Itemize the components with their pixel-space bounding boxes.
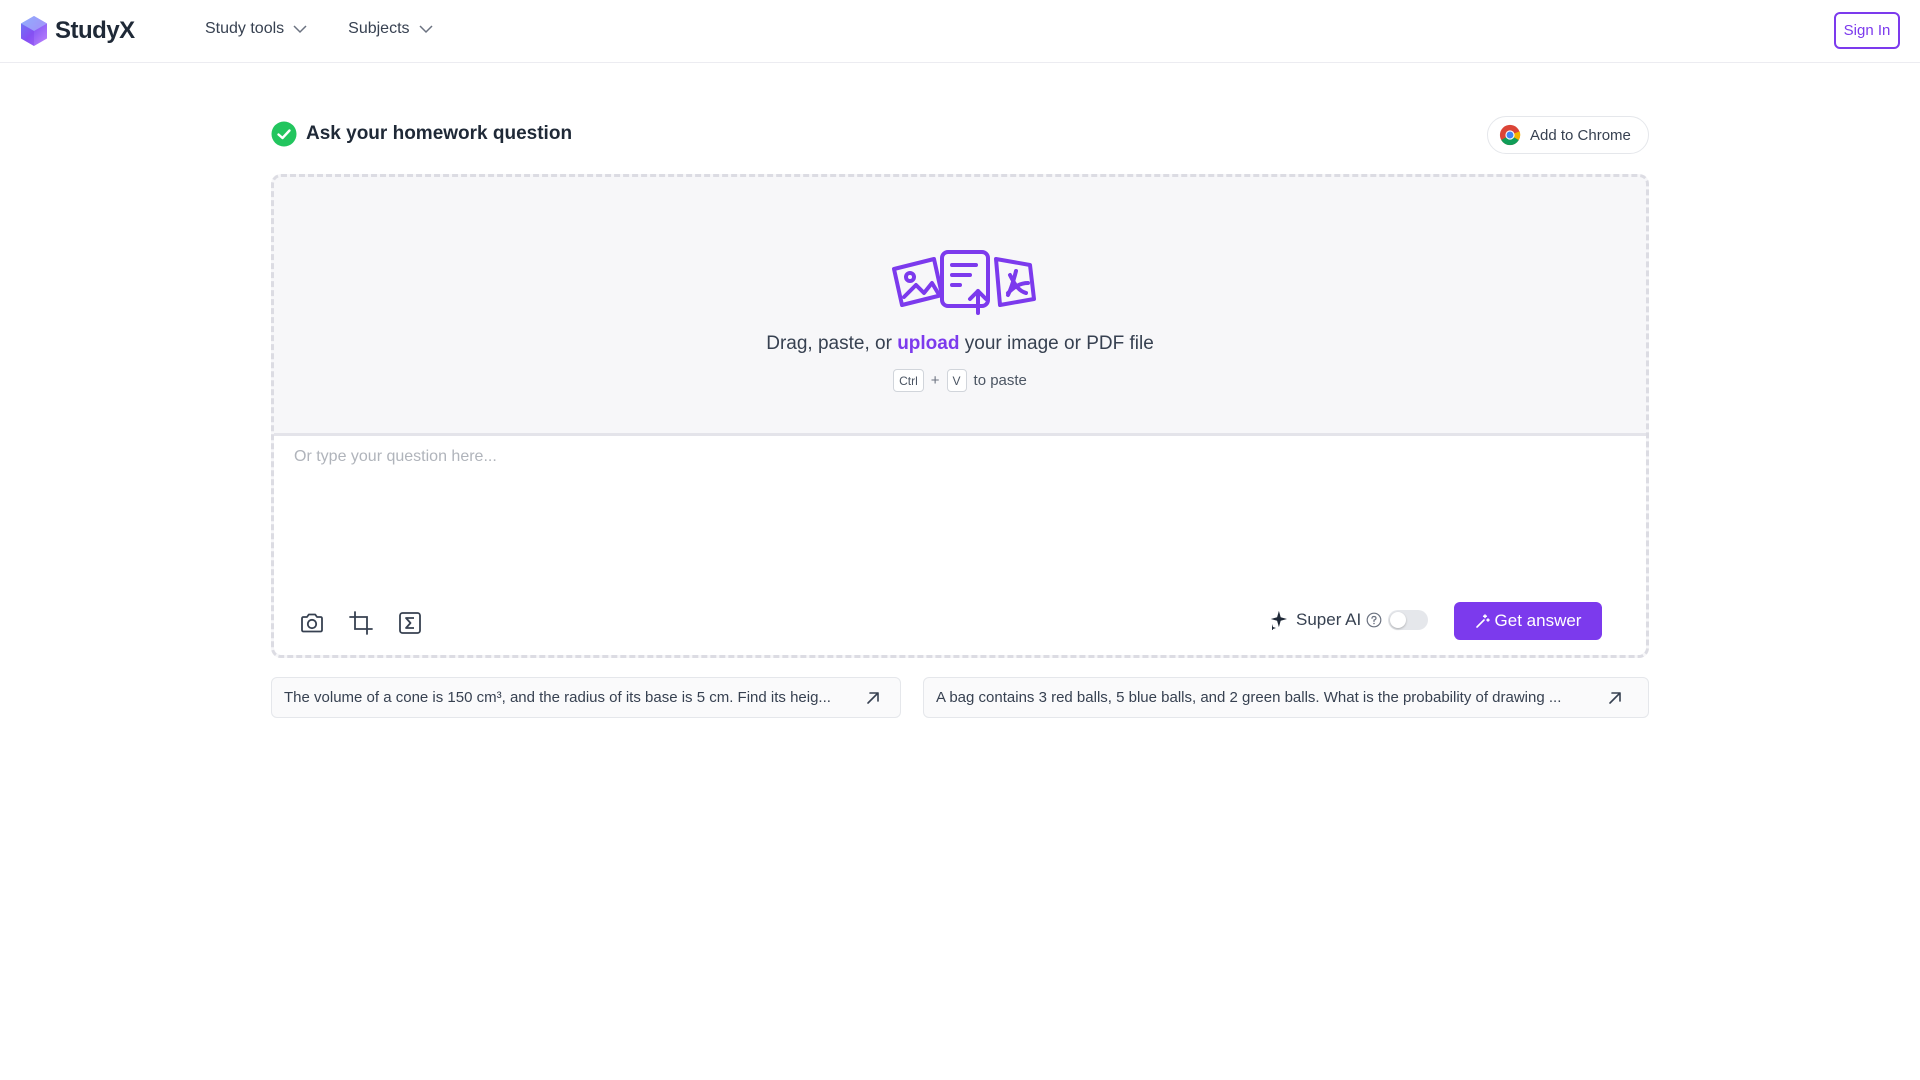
paste-hint-text: to paste [973,372,1027,389]
formula-button[interactable] [397,610,423,636]
arrow-up-right-icon [1609,692,1621,704]
chrome-icon [1499,124,1521,146]
dropzone-text: Drag, paste, or upload your image or PDF… [274,333,1646,355]
dropzone-text-after: your image or PDF file [959,333,1154,354]
suggested-question-text: A bag contains 3 red balls, 5 blue balls… [936,689,1562,706]
v-key: V [946,369,967,392]
studyx-logo-icon [21,16,47,46]
sign-in-button[interactable]: Sign In [1834,12,1900,49]
dropzone-text-before: Drag, paste, or [766,333,898,354]
crop-icon [349,611,373,635]
super-ai-control: Super AI [1270,610,1429,630]
toggle-knob [1390,612,1407,628]
crop-button[interactable] [348,610,374,636]
camera-button[interactable] [299,610,325,636]
magic-wand-icon [1475,613,1490,628]
check-circle-icon [271,121,297,147]
question-input[interactable] [294,448,1614,598]
question-card: Drag, paste, or upload your image or PDF… [271,174,1649,658]
suggested-question-text: The volume of a cone is 150 cm³, and the… [284,689,831,706]
add-to-chrome-label: Add to Chrome [1530,126,1631,144]
top-header: StudyX Study tools Subjects Sign In [0,0,1920,63]
nav-study-tools-label: Study tools [205,20,285,37]
ctrl-key: Ctrl [893,369,924,392]
get-answer-label: Get answer [1494,611,1582,630]
chevron-down-icon [419,25,433,34]
upload-files-icon [892,250,1036,315]
arrow-up-right-icon [867,692,879,704]
brand-name: StudyX [55,17,135,44]
page-title: Ask your homework question [306,123,573,144]
camera-icon [301,613,323,633]
upload-link[interactable]: upload [897,333,959,354]
upload-dropzone[interactable]: Drag, paste, or upload your image or PDF… [274,177,1646,433]
plus-sign: + [930,372,940,389]
main-nav: Study tools Subjects [205,20,434,38]
get-answer-button[interactable]: Get answer [1454,602,1602,640]
sparkle-icon [1270,610,1287,630]
paste-hint: Ctrl + V to paste [274,369,1646,392]
nav-study-tools[interactable]: Study tools [205,20,308,38]
add-to-chrome-button[interactable]: Add to Chrome [1487,116,1649,154]
nav-subjects-label: Subjects [348,20,410,37]
nav-subjects[interactable]: Subjects [348,20,433,38]
studyx-logo[interactable]: StudyX [19,15,135,47]
super-ai-label: Super AI [1296,610,1362,629]
super-ai-toggle[interactable] [1388,610,1429,630]
formula-icon [399,612,421,634]
suggested-question[interactable]: A bag contains 3 red balls, 5 blue balls… [923,677,1649,718]
chevron-down-icon [293,25,307,34]
help-circle-icon[interactable] [1366,612,1382,628]
suggested-question[interactable]: The volume of a cone is 150 cm³, and the… [271,677,901,718]
question-input-area: Super AI Get answer [274,433,1646,655]
question-heading: Ask your homework question [271,121,572,147]
